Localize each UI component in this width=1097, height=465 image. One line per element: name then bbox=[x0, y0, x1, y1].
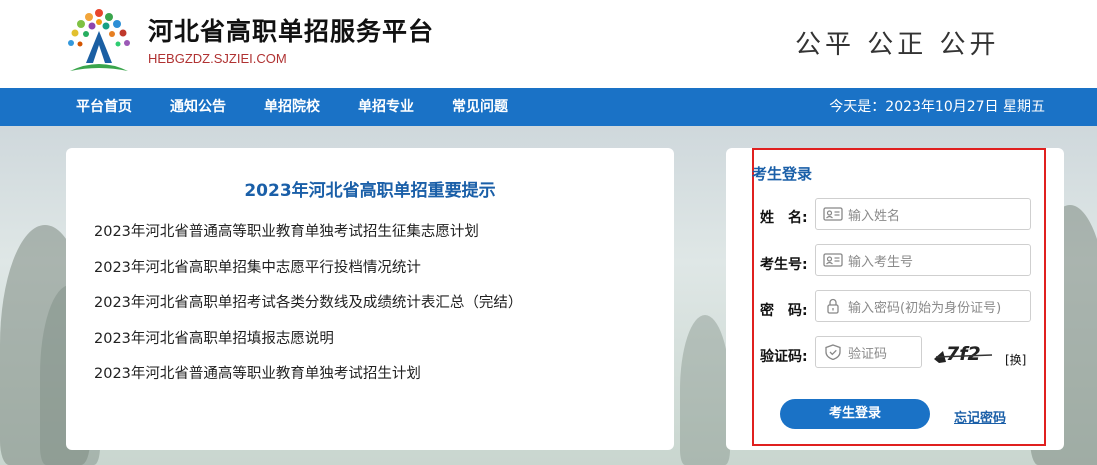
captcha-field[interactable]: 验证码 bbox=[815, 336, 922, 368]
site-header: 河北省高职单招服务平台 HEBGZDZ.SJZIEI.COM 公平 公正 公开 bbox=[0, 0, 1097, 88]
nav-item-majors[interactable]: 单招专业 bbox=[358, 88, 414, 126]
site-title: 河北省高职单招服务平台 bbox=[148, 17, 435, 46]
forgot-password-link[interactable]: 忘记密码 bbox=[954, 407, 1006, 426]
notice-item[interactable]: 2023年河北省高职单招考试各类分数线及成绩统计表汇总（完结） bbox=[94, 291, 522, 327]
notice-list: 2023年河北省普通高等职业教育单独考试招生征集志愿计划 2023年河北省高职单… bbox=[94, 220, 522, 398]
notice-item[interactable]: 2023年河北省普通高等职业教育单独考试招生计划 bbox=[94, 362, 522, 398]
captcha-input[interactable]: 验证码 bbox=[848, 343, 887, 362]
notice-panel: 2023年河北省高职单招重要提示 2023年河北省普通高等职业教育单独考试招生征… bbox=[66, 148, 674, 450]
site-domain: HEBGZDZ.SJZIEI.COM bbox=[148, 51, 287, 66]
password-input[interactable]: 输入密码(初始为身份证号) bbox=[848, 297, 1001, 316]
name-field[interactable]: 输入姓名 bbox=[815, 198, 1031, 230]
nav-item-notices[interactable]: 通知公告 bbox=[170, 88, 226, 126]
site-slogan: 公平 公正 公开 bbox=[795, 30, 1000, 60]
exam-id-input[interactable]: 输入考生号 bbox=[848, 251, 913, 270]
notice-item[interactable]: 2023年河北省普通高等职业教育单独考试招生征集志愿计划 bbox=[94, 220, 522, 256]
shield-icon bbox=[825, 344, 841, 360]
nav-item-colleges[interactable]: 单招院校 bbox=[264, 88, 320, 126]
notice-title: 2023年河北省高职单招重要提示 bbox=[244, 181, 496, 201]
name-label: 姓 名: bbox=[760, 210, 808, 226]
login-button[interactable]: 考生登录 bbox=[780, 399, 930, 429]
id-card-icon bbox=[823, 253, 843, 267]
captcha-text: 7f2 bbox=[946, 343, 981, 365]
name-input[interactable]: 输入姓名 bbox=[848, 205, 900, 224]
captcha-refresh-link[interactable]: [换] bbox=[1005, 351, 1026, 368]
password-label: 密 码: bbox=[760, 303, 808, 319]
exam-id-field[interactable]: 输入考生号 bbox=[815, 244, 1031, 276]
notice-item[interactable]: 2023年河北省高职单招集中志愿平行投档情况统计 bbox=[94, 256, 522, 292]
tree-logo-icon bbox=[68, 9, 130, 71]
current-date: 今天是：2023年10月27日 星期五 bbox=[829, 99, 1045, 115]
captcha-label: 验证码: bbox=[760, 349, 808, 365]
login-title: 考生登录 bbox=[752, 165, 813, 183]
captcha-image[interactable]: 7f2 bbox=[930, 340, 996, 368]
exam-id-label: 考生号: bbox=[760, 257, 808, 273]
id-card-icon bbox=[823, 207, 843, 221]
main-nav: 平台首页 通知公告 单招院校 单招专业 常见问题 今天是：2023年10月27日… bbox=[0, 88, 1097, 126]
nav-item-faq[interactable]: 常见问题 bbox=[452, 88, 508, 126]
nav-item-home[interactable]: 平台首页 bbox=[76, 88, 132, 126]
lock-icon bbox=[827, 298, 839, 314]
notice-item[interactable]: 2023年河北省高职单招填报志愿说明 bbox=[94, 327, 522, 363]
password-field[interactable]: 输入密码(初始为身份证号) bbox=[815, 290, 1031, 322]
